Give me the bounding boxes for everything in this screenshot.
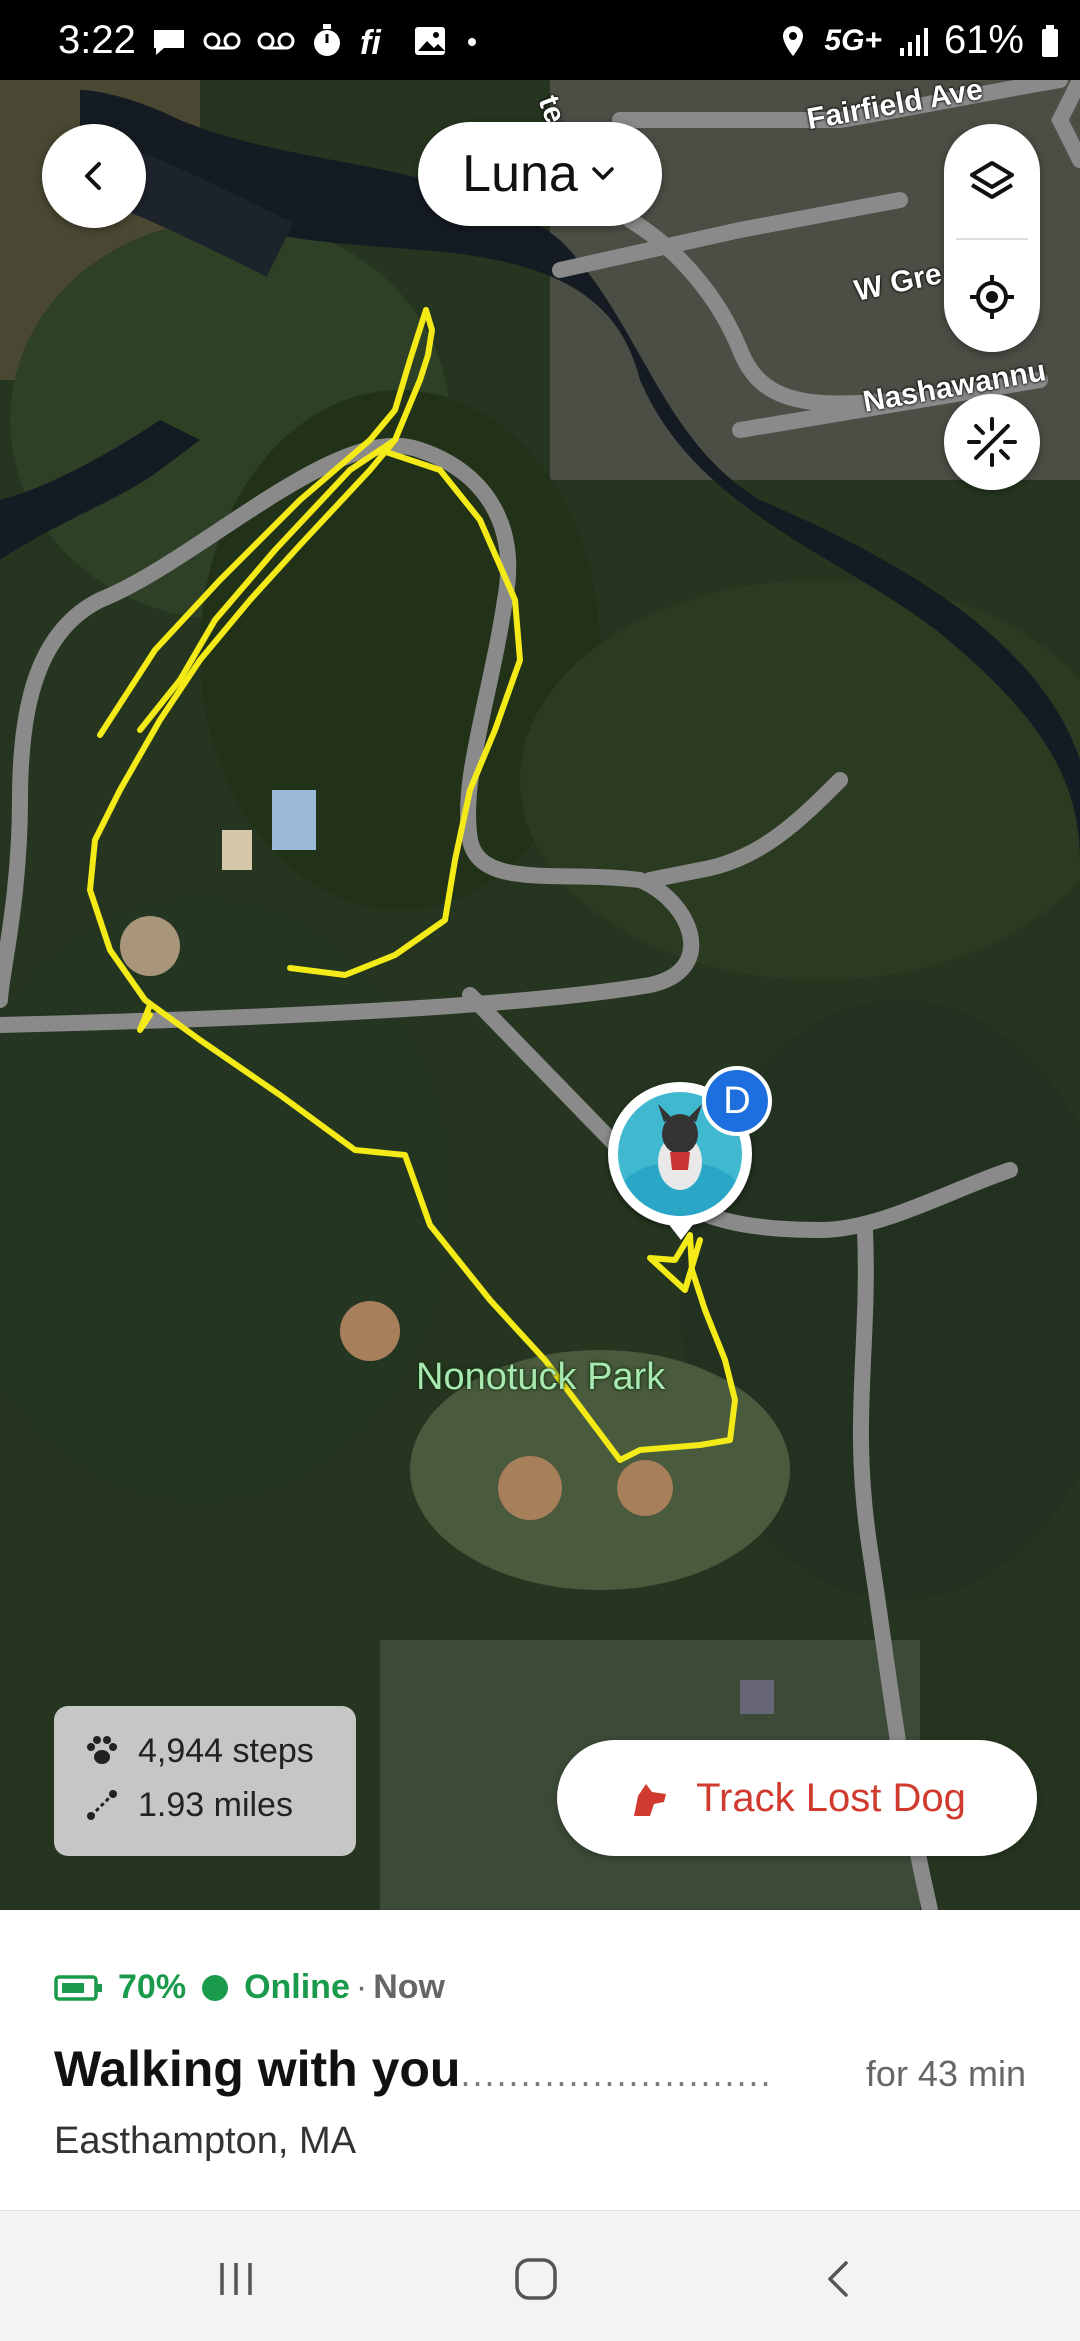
chevron-left-icon bbox=[85, 162, 101, 190]
fi-icon: fi bbox=[360, 24, 382, 60]
track-lost-dog-button[interactable]: Track Lost Dog bbox=[557, 1740, 1037, 1856]
walk-stats-panel: 4,944 steps 1.93 miles bbox=[54, 1706, 356, 1856]
svg-text:fi: fi bbox=[360, 24, 382, 60]
locate-button[interactable] bbox=[944, 240, 1040, 354]
navigation-bar bbox=[0, 2210, 1080, 2341]
image-icon bbox=[415, 27, 445, 55]
layers-icon bbox=[970, 161, 1014, 199]
pin-badge: D bbox=[702, 1066, 772, 1136]
status-separator: · bbox=[355, 1968, 368, 2006]
distance-value: 1.93 miles bbox=[138, 1785, 293, 1824]
map-view[interactable]: Fairfield Ave W Gre Nashawannu ter Nonot… bbox=[0, 80, 1080, 1910]
back-button[interactable] bbox=[42, 124, 146, 228]
battery-percent: 61% bbox=[943, 18, 1024, 62]
recents-icon bbox=[220, 2263, 252, 2295]
back-icon bbox=[828, 2261, 848, 2297]
dog-location-pin[interactable]: D bbox=[608, 1066, 772, 1226]
signal-icon bbox=[899, 27, 928, 56]
battery-level: 70% bbox=[118, 1968, 187, 2006]
paw-icon bbox=[87, 1736, 117, 1764]
compass-icon bbox=[967, 417, 1017, 467]
track-lost-dog-label: Track Lost Dog bbox=[696, 1775, 966, 1820]
network-type: 5G+ bbox=[824, 23, 882, 57]
layers-button[interactable] bbox=[944, 124, 1040, 238]
last-seen: Now bbox=[373, 1968, 445, 2006]
compass-button[interactable] bbox=[944, 394, 1040, 490]
park-label: Nonotuck Park bbox=[416, 1356, 666, 1398]
status-bar: 3:22 fi 5G+ 61% bbox=[0, 0, 1080, 80]
home-button[interactable] bbox=[496, 2249, 576, 2309]
battery-icon bbox=[1042, 24, 1058, 57]
pet-name: Luna bbox=[462, 145, 578, 203]
location-icon bbox=[783, 25, 804, 56]
status-time: 3:22 bbox=[58, 18, 136, 62]
crosshair-icon bbox=[970, 275, 1014, 319]
dog-head-icon bbox=[634, 1784, 667, 1816]
activity-title: Walking with you bbox=[54, 2041, 461, 2097]
voicemail-icon bbox=[257, 32, 295, 50]
timer-icon bbox=[314, 24, 340, 56]
notification-icons: fi bbox=[150, 22, 482, 60]
voicemail-icon bbox=[203, 32, 241, 50]
location-text: Easthampton, MA bbox=[54, 2120, 357, 2162]
online-dot-icon bbox=[202, 1974, 229, 2001]
back-nav-button[interactable] bbox=[800, 2249, 880, 2309]
chevron-down-icon bbox=[592, 167, 614, 180]
map-controls bbox=[944, 124, 1040, 352]
activity-leader-dots: .......................... bbox=[460, 2053, 773, 2094]
activity-duration: for 43 min bbox=[865, 2053, 1026, 2094]
dot-icon bbox=[468, 38, 476, 46]
battery-icon bbox=[54, 1974, 102, 2001]
activity-row: Walking with you .......................… bbox=[54, 2040, 1026, 2098]
status-sheet[interactable]: 70% Online · Now Walking with you ......… bbox=[0, 1910, 1080, 2210]
satellite-map bbox=[0, 80, 1080, 1910]
route-icon bbox=[87, 1790, 117, 1820]
steps-value: 4,944 steps bbox=[138, 1731, 314, 1770]
recents-button[interactable] bbox=[196, 2249, 276, 2309]
online-status: Online bbox=[244, 1968, 350, 2006]
pet-selector[interactable]: Luna bbox=[418, 122, 662, 226]
pin-tail bbox=[667, 1222, 695, 1240]
home-icon bbox=[515, 2258, 557, 2300]
device-status: 70% Online · Now bbox=[54, 1968, 445, 2007]
chat-bubble-icon bbox=[154, 30, 184, 55]
